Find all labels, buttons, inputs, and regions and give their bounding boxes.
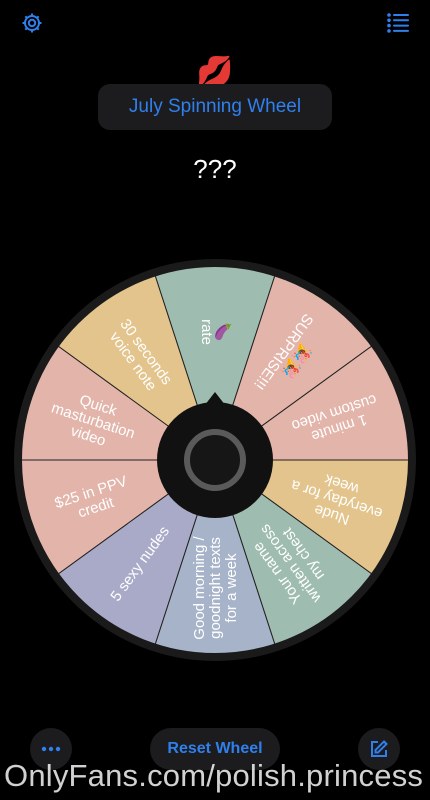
reset-wheel-button[interactable]: Reset Wheel [150, 728, 280, 770]
wheel-segment-label: 🍆rate [198, 319, 232, 345]
reset-wheel-label: Reset Wheel [167, 740, 263, 757]
more-options-button[interactable] [30, 728, 72, 770]
svg-text:🍆rate: 🍆rate [198, 319, 232, 345]
edit-button[interactable] [358, 728, 400, 770]
ellipsis-icon [41, 746, 61, 752]
knob-ring [184, 429, 246, 491]
edit-icon [371, 740, 388, 757]
spinning-wheel[interactable]: 🍆rate🎉🎉SURPRISE!!!1 minutecustom videoNu… [0, 0, 430, 800]
